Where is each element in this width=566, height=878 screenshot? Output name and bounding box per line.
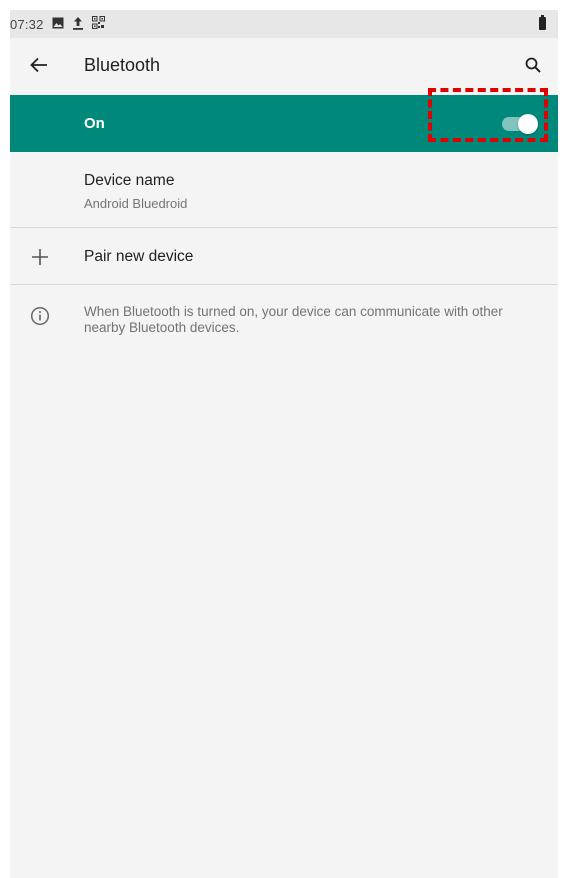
device-name-title: Device name <box>84 172 175 189</box>
bluetooth-toggle[interactable] <box>502 114 538 134</box>
device-name-row[interactable]: Device name Android Bluedroid <box>10 152 558 228</box>
upload-icon <box>72 16 84 33</box>
image-icon <box>52 17 64 32</box>
app-bar: Bluetooth <box>10 38 558 95</box>
pair-new-device-row[interactable]: Pair new device <box>10 229 558 285</box>
info-icon <box>28 304 52 328</box>
info-footer: When Bluetooth is turned on, your device… <box>10 298 558 348</box>
pair-new-device-label: Pair new device <box>84 248 194 265</box>
search-icon <box>525 57 541 78</box>
arrow-back-icon <box>30 57 48 78</box>
plus-icon <box>28 245 52 269</box>
device-name-value: Android Bluedroid <box>84 196 188 211</box>
toggle-thumb <box>518 114 538 134</box>
screen: 07:32 Bluetooth On Device name Android B… <box>10 10 558 878</box>
status-bar: 07:32 <box>10 10 558 38</box>
battery-icon <box>539 15 546 30</box>
bluetooth-master-switch-bar[interactable]: On <box>10 95 558 152</box>
info-text: When Bluetooth is turned on, your device… <box>84 304 503 335</box>
master-switch-label: On <box>84 115 105 132</box>
back-button[interactable] <box>26 54 52 80</box>
search-button[interactable] <box>520 54 546 80</box>
status-time: 07:32 <box>10 16 44 32</box>
status-icons <box>52 16 105 33</box>
page-title: Bluetooth <box>84 55 161 75</box>
qr-code-icon <box>91 16 105 32</box>
